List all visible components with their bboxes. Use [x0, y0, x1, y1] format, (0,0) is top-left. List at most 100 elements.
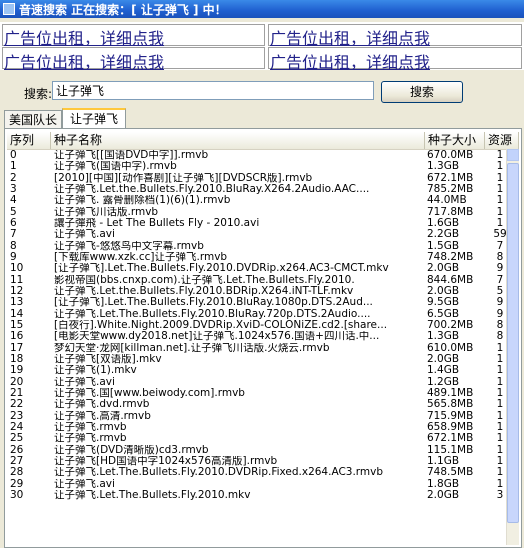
row-index: 3 [10, 183, 17, 195]
torrent-size: 9.5GB [427, 297, 460, 309]
torrent-name: [2010][中国][动作喜剧][让子弹飞][DVDSCR版].rmvb [54, 172, 313, 184]
table-row[interactable]: 8 让子弹飞-悠悠鸟中文字幕.rmvb 1.5GB 7 [7, 241, 515, 252]
row-index: 28 [10, 467, 24, 479]
ad-link-4[interactable]: 广告位出租，详细点我 [270, 49, 430, 73]
table-row[interactable]: 4 让子弹飞. 露骨删除档(1)(6)(1).rmvb 44.0MB 1 [7, 195, 515, 206]
table-row[interactable]: 0 让子弹飞[[国语DVD中字]].rmvb 670.0MB 1 [7, 150, 515, 161]
table-row[interactable]: 25 让子弹飞.rmvb 672.1MB 1 [7, 433, 515, 444]
torrent-name: 让子弹飞.Let.The.Bullets.Fly.2010.BluRay.720… [54, 308, 371, 320]
column-header-name[interactable]: 种子名称 [51, 132, 425, 149]
torrent-name: 让子弹飞.Let.The.Bullets.Fly.2010.mkv [54, 489, 251, 501]
row-index: 7 [10, 229, 17, 241]
table-row[interactable]: 26 让子弹飞(DVD清晰版)cd3.rmvb 115.1MB 1 [7, 445, 515, 456]
ad-area: 广告位出租，详细点我 广告位出租，详细点我 广告位出租，详细点我 广告位出租，详… [0, 22, 524, 73]
torrent-size: 1.6GB [427, 217, 460, 229]
row-index: 17 [10, 342, 24, 354]
torrent-name: 让子弹飞-悠悠鸟中文字幕.rmvb [54, 240, 204, 252]
column-header-sources[interactable]: 资源 [485, 132, 519, 149]
torrent-size: 2.2GB [427, 229, 460, 241]
table-row[interactable]: 2 [2010][中国][动作喜剧][让子弹飞][DVDSCR版].rmvb 672… [7, 173, 515, 184]
scroll-up-arrow-icon[interactable] [507, 149, 519, 161]
table-row[interactable]: 12 让子弹飞.Let.the.Bullets.Fly.2010.BDRip.X2… [7, 286, 515, 297]
torrent-name: [白夜行].White.Night.2009.DVDRip.XviD-COLON… [54, 319, 388, 331]
torrent-name: [下载库www.xzk.cc]让子弹飞.rmvb [54, 251, 228, 263]
table-row[interactable]: 18 让子弹飞[双语版].mkv 2.0GB 1 [7, 354, 515, 365]
table-row[interactable]: 10 [让子弹飞].Let.The.Bullets.Fly.2010.DVDRip… [7, 263, 515, 274]
torrent-size: 489.1MB [427, 387, 474, 399]
column-header-index[interactable]: 序列 [7, 132, 51, 149]
tab-let-the-bullets-fly[interactable]: 让子弹飞 [62, 108, 126, 129]
torrent-name: 让子弹飞.rmvb [54, 421, 127, 433]
row-index: 6 [10, 217, 17, 229]
torrent-size: 1.4GB [427, 365, 460, 377]
torrent-size: 748.5MB [427, 467, 474, 479]
torrent-name: 让子弹飞.Let.The.Bullets.Fly.2010.DVDRip.Fix… [54, 467, 384, 479]
table-row[interactable]: 6 讓子彈飛 - Let The Bullets Fly - 2010.avi 1.… [7, 218, 515, 229]
ad-link-2[interactable]: 广告位出租，详细点我 [270, 25, 430, 49]
tab-captain-america[interactable]: 美国队长 [4, 110, 62, 128]
search-button[interactable]: 搜索 [381, 81, 463, 103]
torrent-size: 672.1MB [427, 172, 474, 184]
table-row[interactable]: 9 [下载库www.xzk.cc]让子弹飞.rmvb 748.2MB 8 [7, 252, 515, 263]
search-input[interactable] [52, 81, 374, 100]
table-row[interactable]: 29 让子弹飞.avi 1.8GB 1 [7, 479, 515, 490]
table-row[interactable]: 22 让子弹飞.dvd.rmvb 565.8MB 1 [7, 399, 515, 410]
table-row[interactable]: 16 [电影天堂www.dy2018.net]让子弹飞.1024x576.国语+四… [7, 331, 515, 342]
row-index: 23 [10, 410, 24, 422]
row-index: 24 [10, 421, 24, 433]
torrent-size: 1.3GB [427, 161, 460, 173]
table-row[interactable]: 23 让子弹飞.高清.rmvb 715.9MB 1 [7, 411, 515, 422]
ad-link-3[interactable]: 广告位出租，详细点我 [4, 49, 164, 73]
table-row[interactable]: 7 让子弹飞.avi 2.2GB 59 [7, 229, 515, 240]
row-index: 30 [10, 489, 24, 501]
table-row[interactable]: 21 让子弹飞.国[www.beiwody.com].rmvb 489.1MB 1 [7, 388, 515, 399]
row-index: 10 [10, 263, 24, 275]
window-title: 音速搜索 正在搜索：[ 让子弹飞 ] 中！ [19, 3, 227, 17]
table-row[interactable]: 1 让子弹飞(国语中字).rmvb 1.3GB 1 [7, 161, 515, 172]
torrent-name: 让子弹飞.高清.rmvb [54, 410, 151, 422]
torrent-name: 让子弹飞.国[www.beiwody.com].rmvb [54, 387, 245, 399]
torrent-size: 844.6MB [427, 274, 474, 286]
table-row[interactable]: 11 影视帝国(bbs.cnxp.com).让子弹飞.Let.The.Bullet… [7, 275, 515, 286]
column-header-size[interactable]: 种子大小 [425, 132, 485, 149]
table-row[interactable]: 3 让子弹飞.Let.the.Bullets.Fly.2010.BluRay.X2… [7, 184, 515, 195]
ad-link-1[interactable]: 广告位出租，详细点我 [4, 25, 164, 49]
table-row[interactable]: 14 让子弹飞.Let.The.Bullets.Fly.2010.BluRay.7… [7, 309, 515, 320]
results-header: 序列 种子名称 种子大小 资源 [7, 132, 519, 150]
vertical-scrollbar[interactable] [506, 149, 519, 545]
torrent-size: 2.0GB [427, 489, 460, 501]
table-row[interactable]: 15 [白夜行].White.Night.2009.DVDRip.XviD-COL… [7, 320, 515, 331]
table-row[interactable]: 20 让子弹飞.avi 1.2GB 1 [7, 377, 515, 388]
torrent-name: [电影天堂www.dy2018.net]让子弹飞.1024x576.国语+四川话… [54, 331, 380, 343]
table-row[interactable]: 13 [让子弹飞].Let.The.Bullets.Fly.2010.BluRay… [7, 297, 515, 308]
table-row[interactable]: 28 让子弹飞.Let.The.Bullets.Fly.2010.DVDRip.F… [7, 467, 515, 478]
torrent-name: 让子弹飞(1).mkv [54, 365, 137, 377]
torrent-size: 610.0MB [427, 342, 474, 354]
torrent-size: 715.9MB [427, 410, 474, 422]
table-row[interactable]: 24 让子弹飞.rmvb 658.9MB 1 [7, 422, 515, 433]
row-index: 20 [10, 376, 24, 388]
row-index: 1 [10, 161, 17, 173]
row-index: 26 [10, 444, 24, 456]
row-index: 12 [10, 285, 24, 297]
torrent-size: 115.1MB [427, 444, 474, 456]
torrent-size: 672.1MB [427, 433, 474, 445]
torrent-name: 让子弹飞川话版.rmvb [54, 206, 159, 218]
torrent-size: 1.2GB [427, 376, 460, 388]
torrent-size: 785.2MB [427, 183, 474, 195]
torrent-size: 1.5GB [427, 240, 460, 252]
row-index: 22 [10, 399, 24, 411]
table-row[interactable]: 19 让子弹飞(1).mkv 1.4GB 1 [7, 365, 515, 376]
table-row[interactable]: 27 让子弹飞[HD国语中字1024x576高清版].rmvb 1.1GB 1 [7, 456, 515, 467]
table-row[interactable]: 30 让子弹飞.Let.The.Bullets.Fly.2010.mkv 2.0GB… [7, 490, 515, 501]
table-row[interactable]: 17 梦幻天堂·龙网[killman.net].让子弹飞川话版.火烧云.rmvb 6… [7, 343, 515, 354]
torrent-size: 670.0MB [427, 150, 474, 161]
torrent-name: 梦幻天堂·龙网[killman.net].让子弹飞川话版.火烧云.rmvb [54, 342, 330, 354]
table-row[interactable]: 5 让子弹飞川话版.rmvb 717.8MB 1 [7, 207, 515, 218]
row-index: 13 [10, 297, 24, 309]
row-index: 27 [10, 455, 24, 467]
scroll-thumb[interactable] [507, 163, 519, 523]
title-bar: 音速搜索 正在搜索：[ 让子弹飞 ] 中！ [0, 0, 524, 18]
torrent-name: 让子弹飞. 露骨删除档(1)(6)(1).rmvb [54, 195, 231, 207]
torrent-name: 让子弹飞[HD国语中字1024x576高清版].rmvb [54, 455, 278, 467]
